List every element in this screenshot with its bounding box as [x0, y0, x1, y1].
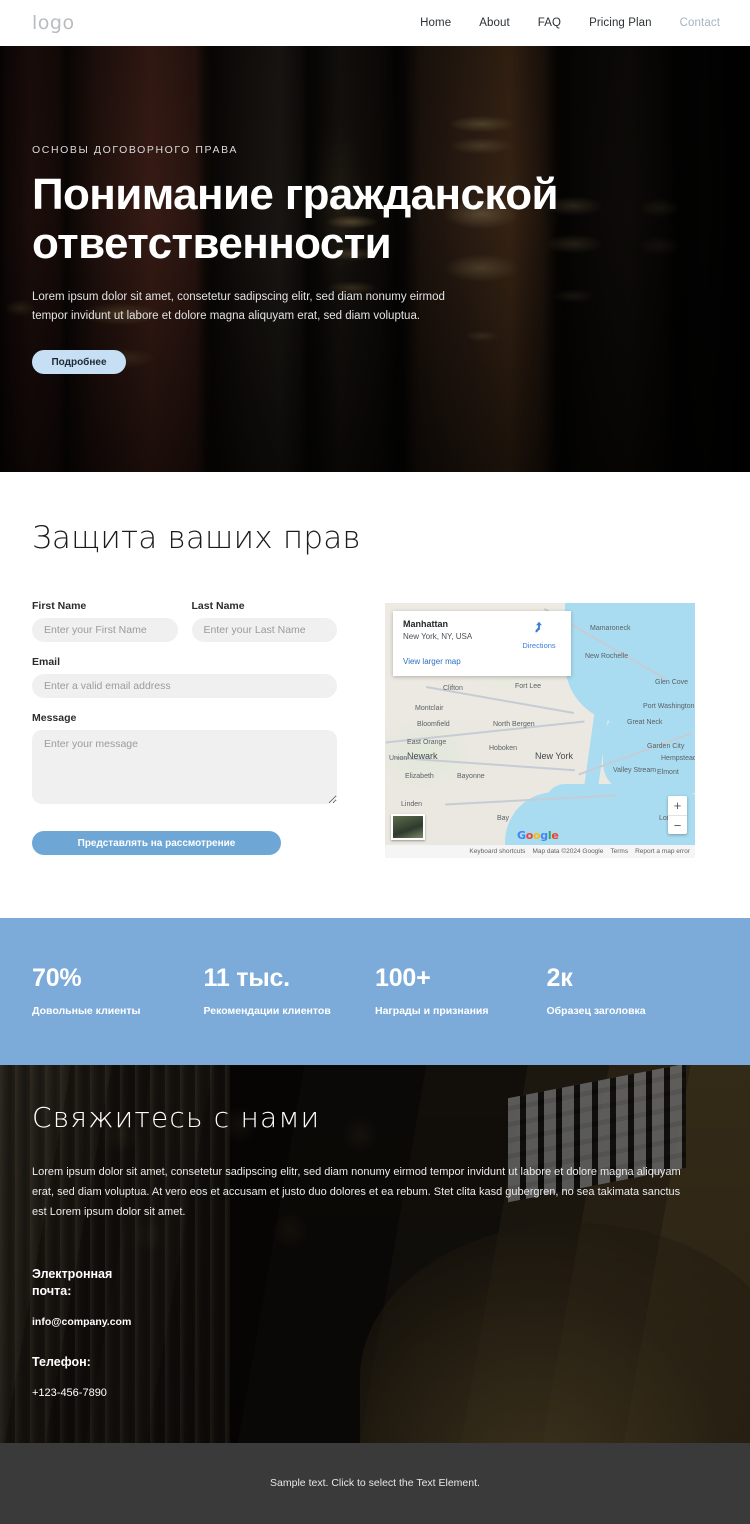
google-map-embed[interactable]: Mamaroneck New Rochelle Glen Cove Port W…: [385, 603, 695, 858]
map-label: Linden: [401, 801, 423, 808]
email-heading: Электронная почта:: [32, 1267, 113, 1298]
stat-item: 70% Довольные клиенты: [32, 964, 204, 1017]
map-label: New Rochelle: [585, 653, 629, 660]
map-label: Union: [389, 755, 408, 762]
nav-item-faq[interactable]: FAQ: [538, 17, 561, 29]
stat-number: 2к: [546, 964, 573, 992]
directions-icon: [535, 621, 542, 633]
hero-learn-more-button[interactable]: Подробнее: [32, 350, 126, 375]
stat-number: 11 тыс.: [203, 964, 291, 992]
map-label: Bay: [497, 815, 510, 822]
map-label: Montclair: [415, 705, 444, 712]
map-label: Hempstead: [661, 755, 695, 762]
page-root: logo Home About FAQ Pricing Plan Contact…: [0, 0, 750, 1524]
map-label: Bayonne: [457, 773, 485, 780]
map-zoom-controls[interactable]: + −: [668, 796, 687, 834]
map-info-card: Manhattan New York, NY, USA View larger …: [393, 611, 571, 676]
map-label: Hoboken: [489, 745, 518, 752]
report-map-error-link[interactable]: Report a map error: [635, 848, 690, 855]
site-header: logo Home About FAQ Pricing Plan Contact: [0, 0, 750, 46]
phone-number[interactable]: +123-456-7890: [32, 1387, 718, 1399]
map-label: New York: [535, 751, 574, 761]
last-name-label: Last Name: [191, 600, 245, 612]
map-label: Bloomfield: [417, 721, 450, 728]
last-name-input[interactable]: [191, 618, 337, 642]
zoom-out-button[interactable]: −: [668, 815, 687, 834]
hero-subtitle: Lorem ipsum dolor sit amet, consetetur s…: [32, 291, 445, 323]
stat-label: Рекомендации клиентов: [203, 1005, 331, 1017]
map-label: North Bergen: [493, 721, 535, 728]
map-attribution-bar: Keyboard shortcuts Map data ©2024 Google…: [385, 845, 695, 858]
contact-paragraph: Lorem ipsum dolor sit amet, consetetur s…: [32, 1166, 681, 1219]
map-label: East Orange: [407, 739, 447, 746]
stat-item: 100+ Награды и признания: [375, 964, 547, 1017]
message-textarea[interactable]: [32, 730, 337, 804]
message-label: Message: [32, 712, 77, 724]
map-label: Glen Cove: [655, 679, 689, 686]
contact-form: First Name Last Name Email Message: [32, 600, 337, 855]
map-label: Garden City: [647, 743, 685, 750]
map-label: Port Washington: [643, 703, 695, 710]
email-input[interactable]: [32, 674, 337, 698]
site-footer: Sample text. Click to select the Text El…: [0, 1442, 750, 1524]
map-data-text: Map data ©2024 Google: [532, 848, 604, 855]
map-label: Elizabeth: [405, 773, 434, 780]
terms-link[interactable]: Terms: [610, 848, 628, 855]
email-address[interactable]: info@company.com: [32, 1316, 718, 1328]
map-label: Clifton: [443, 685, 463, 692]
stat-label: Образец заголовка: [546, 1005, 646, 1017]
contact-form-section: Защита ваших прав First Name Last Name E…: [0, 472, 750, 918]
map-label: Newark: [407, 751, 438, 761]
stat-label: Довольные клиенты: [32, 1005, 141, 1017]
stat-item: 11 тыс. Рекомендации клиентов: [204, 964, 376, 1017]
contact-info-section: Свяжитесь с нами Lorem ipsum dolor sit a…: [0, 1065, 750, 1443]
nav-item-home[interactable]: Home: [420, 17, 451, 29]
first-name-input[interactable]: [32, 618, 178, 642]
google-logo: Google: [517, 829, 559, 842]
map-label: Elmont: [657, 769, 679, 776]
nav-item-contact[interactable]: Contact: [680, 17, 720, 29]
main-navigation: Home About FAQ Pricing Plan Contact: [420, 17, 720, 29]
statistics-section: 70% Довольные клиенты 11 тыс. Рекомендац…: [0, 918, 750, 1065]
map-label: Great Neck: [627, 719, 663, 726]
stat-number: 100+: [375, 964, 431, 992]
phone-heading: Телефон:: [32, 1354, 91, 1369]
email-label: Email: [32, 656, 61, 668]
submit-button[interactable]: Представлять на рассмотрение: [32, 831, 281, 855]
street-view-thumbnail[interactable]: [391, 814, 425, 840]
zoom-in-button[interactable]: +: [668, 796, 687, 815]
logo[interactable]: logo: [32, 12, 75, 34]
directions-button[interactable]: Directions: [517, 620, 561, 650]
nav-item-about[interactable]: About: [479, 17, 510, 29]
directions-label: Directions: [522, 641, 556, 650]
map-label: Valley Stream: [613, 767, 657, 774]
map-label: Mamaroneck: [590, 625, 631, 632]
hero-section: ОСНОВЫ ДОГОВОРНОГО ПРАВА Понимание гражд…: [0, 46, 750, 472]
keyboard-shortcuts-link[interactable]: Keyboard shortcuts: [469, 848, 525, 855]
footer-text[interactable]: Sample text. Click to select the Text El…: [270, 1477, 480, 1489]
section-title: Защита ваших прав: [32, 520, 361, 556]
nav-item-pricing-plan[interactable]: Pricing Plan: [589, 17, 652, 29]
hero-eyebrow: ОСНОВЫ ДОГОВОРНОГО ПРАВА: [32, 143, 238, 156]
stat-number: 70%: [32, 964, 82, 992]
map-label: Fort Lee: [515, 683, 542, 690]
stat-item: 2к Образец заголовка: [547, 964, 719, 1017]
contact-title: Свяжитесь с нами: [32, 1101, 321, 1134]
view-larger-map-link[interactable]: View larger map: [403, 657, 461, 666]
hero-title: Понимание гражданской ответственности: [32, 169, 559, 269]
first-name-label: First Name: [32, 600, 87, 612]
stat-label: Награды и признания: [375, 1005, 489, 1017]
